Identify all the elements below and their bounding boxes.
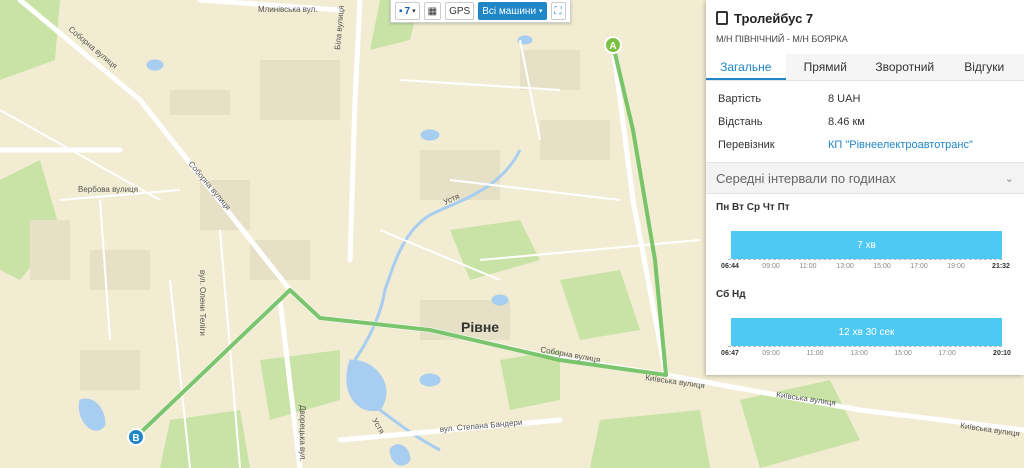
marker-end[interactable]: B — [127, 428, 145, 446]
street-label: Дворецька вул. — [298, 405, 307, 462]
intervals-title: Середні інтервали по годинах — [716, 170, 896, 186]
gps-button[interactable]: GPS — [445, 2, 475, 20]
fit-bounds-button[interactable]: ⛶ — [550, 2, 566, 20]
marker-end-label: B — [132, 433, 139, 444]
timeline-tick: 17:00 — [910, 263, 928, 270]
timeline-end: 20:10 — [993, 350, 1011, 357]
info-value: 8 UAH — [828, 92, 861, 105]
carrier-link[interactable]: КП "Рівнеелектроавтотранс" — [828, 139, 973, 151]
route-info: Вартість 8 UAH Відстань 8.46 км Перевізн… — [706, 81, 1024, 156]
weekend-timeline: 06:47 09:00 11:00 13:00 15:00 17:00 20:1… — [714, 346, 1016, 362]
timeline-tick: 19:00 — [947, 263, 965, 270]
street-label: вул. Олени Теліги — [198, 270, 207, 336]
chevron-down-icon: ⌄ — [1004, 172, 1014, 185]
info-row-carrier: Перевізник КП "Рівнеелектроавтотранс" — [718, 133, 1012, 156]
timeline-tick: 15:00 — [873, 263, 891, 270]
timeline-end: 21:32 — [992, 263, 1010, 270]
info-key: Перевізник — [718, 138, 775, 151]
marker-start[interactable]: A — [604, 36, 622, 54]
stops-toggle-button[interactable]: ▦ — [423, 2, 442, 20]
timeline-tick: 17:00 — [938, 350, 956, 357]
weekdays-interval-bar[interactable]: 7 хв — [731, 231, 1002, 259]
expand-icon: ⛶ — [554, 5, 562, 17]
route-title: Тролейбус 7 — [734, 10, 814, 26]
vehicles-label: Всі машини — [482, 5, 537, 17]
city-label: Рівне — [461, 319, 499, 335]
route-tabs: Загальне Прямий Зворотний Відгуки — [706, 54, 1024, 81]
info-row-distance: Відстань 8.46 км — [718, 110, 1012, 133]
timeline-tick: 13:00 — [850, 350, 868, 357]
chevron-down-icon: ▾ — [539, 8, 543, 15]
timeline-tick: 15:00 — [894, 350, 912, 357]
weekend-interval-bar[interactable]: 12 хв 30 сек — [731, 318, 1002, 346]
bus-stop-icon: ▦ — [427, 5, 438, 17]
weekend-label: Сб Нд — [716, 289, 746, 300]
trolleybus-icon: ▪ — [399, 5, 403, 17]
timeline-tick: 09:00 — [762, 263, 780, 270]
info-row-price: Вартість 8 UAH — [718, 87, 1012, 110]
map-toolbar: ▪ 7 ▾ ▦ GPS Всі машини ▾ ⛶ — [390, 0, 571, 23]
trolleybus-icon — [716, 11, 728, 25]
marker-start-label: A — [609, 41, 616, 52]
timeline-tick: 11:00 — [806, 350, 824, 357]
timeline-start: 06:44 — [721, 263, 739, 270]
route-number: 7 — [404, 5, 411, 17]
route-info-panel: Тролейбус 7 М/Н ПІВНІЧНИЙ - М/Н БОЯРКА З… — [706, 0, 1024, 375]
timeline-start: 06:47 — [721, 350, 739, 357]
timeline-tick: 09:00 — [762, 350, 780, 357]
tab-backward[interactable]: Зворотний — [865, 54, 945, 80]
tab-forward[interactable]: Прямий — [786, 54, 866, 80]
timeline-tick: 11:00 — [799, 263, 817, 270]
chevron-down-icon: ▾ — [412, 8, 416, 15]
tab-general[interactable]: Загальне — [706, 54, 786, 80]
street-label: Вербова вулиця — [78, 185, 138, 194]
route-selector[interactable]: ▪ 7 ▾ — [395, 2, 420, 20]
info-key: Відстань — [718, 115, 763, 128]
gps-label: GPS — [449, 5, 471, 17]
info-value: 8.46 км — [828, 115, 865, 128]
weekdays-label: Пн Вт Ср Чт Пт — [716, 202, 790, 213]
route-subtitle: М/Н ПІВНІЧНИЙ - М/Н БОЯРКА — [716, 34, 848, 44]
weekdays-timeline: 06:44 09:00 11:00 13:00 15:00 17:00 19:0… — [714, 259, 1016, 275]
intervals-section-header[interactable]: Середні інтервали по годинах ⌄ — [706, 162, 1024, 194]
timeline-tick: 13:00 — [836, 263, 854, 270]
street-label: Млинівська вул. — [258, 5, 317, 14]
info-key: Вартість — [718, 92, 762, 105]
vehicles-dropdown[interactable]: Всі машини ▾ — [478, 2, 547, 20]
tab-reviews[interactable]: Відгуки — [945, 54, 1024, 80]
